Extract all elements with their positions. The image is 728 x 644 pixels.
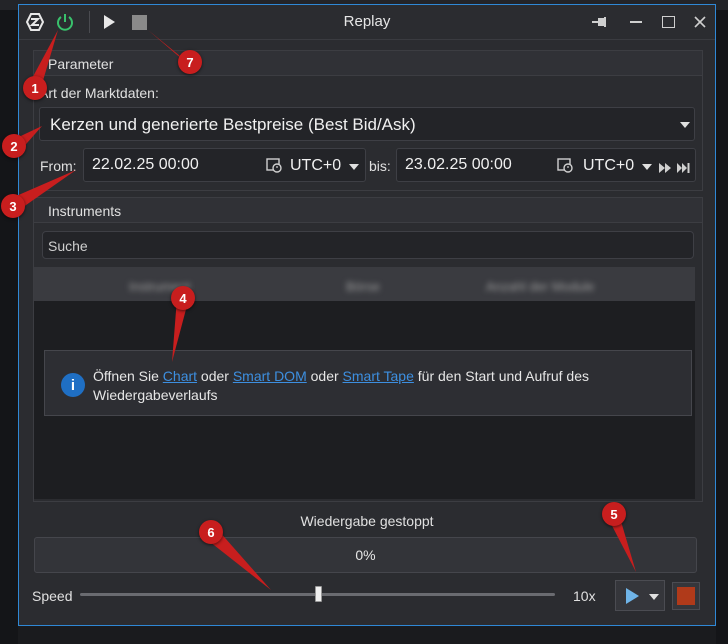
annotation-pointers — [7, 30, 636, 590]
annotation-marker-4: 4 — [171, 286, 195, 310]
annotation-marker-6: 6 — [199, 520, 223, 544]
annotation-marker-3: 3 — [1, 194, 25, 218]
annotation-marker-2: 2 — [2, 134, 26, 158]
marker-pointer-5 — [608, 518, 636, 572]
annotation-marker-5: 5 — [602, 502, 626, 526]
annotation-marker-7: 7 — [178, 50, 202, 74]
annotation-marker-1: 1 — [23, 76, 47, 100]
